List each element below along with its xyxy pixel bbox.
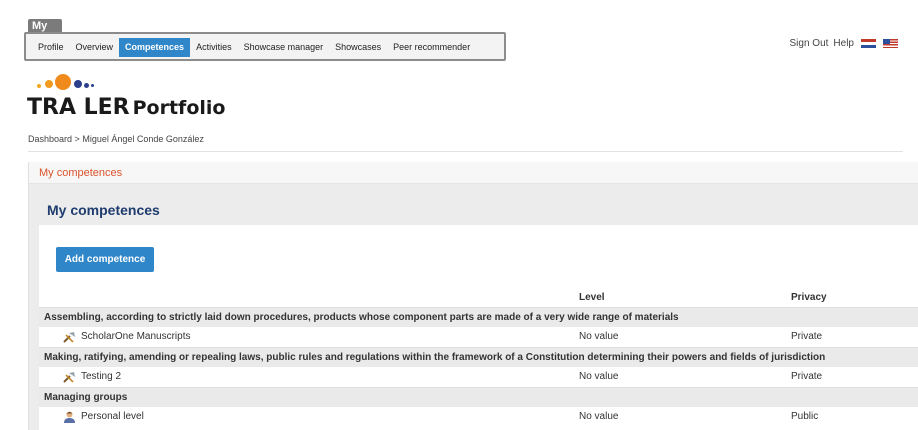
breadcrumb-current: Miguel Ángel Conde González [82, 134, 204, 144]
competence-row[interactable]: Testing 2 No value Private [39, 367, 918, 387]
competence-level: No value [579, 371, 619, 382]
competence-row[interactable]: ScholarOne Manuscripts No value Private [39, 327, 918, 347]
competence-name[interactable]: ScholarOne Manuscripts [81, 327, 191, 347]
person-icon [64, 411, 75, 423]
panel-header-title: My competences [39, 167, 123, 179]
top-bar: My Profile Overview Competences Activiti… [0, 0, 918, 62]
competence-privacy: Public [791, 411, 819, 422]
trailer-logo: TRA LER Portfolio [27, 74, 225, 120]
competences-panel: My competences My competences Add compet… [28, 162, 918, 430]
competence-group-row: Making, ratifying, amending or repealing… [39, 347, 918, 367]
breadcrumb-dashboard[interactable]: Dashboard [28, 134, 72, 144]
page-title: My competences [47, 202, 160, 218]
column-header-privacy: Privacy [791, 292, 827, 303]
tools-icon [63, 332, 75, 343]
main-nav: Profile Overview Competences Activities … [24, 32, 506, 61]
competence-group-row: Managing groups [39, 387, 918, 407]
competence-level: No value [579, 331, 619, 342]
competence-level: No value [579, 411, 619, 422]
competence-privacy: Private [791, 331, 823, 342]
logo-wordmark: TRA LER Portfolio [27, 95, 225, 120]
competences-table: Assembling, according to strictly laid d… [39, 307, 918, 427]
competence-name[interactable]: Personal level [81, 407, 144, 427]
logo-product: Portfolio [132, 97, 226, 119]
divider [28, 151, 903, 152]
nav-peer-recommender[interactable]: Peer recommender [387, 38, 476, 57]
nav-activities[interactable]: Activities [190, 38, 238, 57]
column-header-level: Level [579, 292, 605, 303]
add-competence-button[interactable]: Add competence [56, 247, 154, 272]
nav-showcases[interactable]: Showcases [329, 38, 387, 57]
nav-competences[interactable]: Competences [119, 38, 191, 57]
dutch-flag-icon[interactable] [861, 39, 876, 48]
english-flag-icon[interactable] [883, 39, 898, 48]
breadcrumb: Dashboard > Miguel Ángel Conde González [28, 134, 204, 144]
competence-privacy: Private [791, 371, 823, 382]
logo-dots-icon [27, 74, 107, 94]
competence-row[interactable]: Personal level No value Public [39, 407, 918, 427]
breadcrumb-separator: > [74, 134, 80, 144]
competences-card: Add competence Level Privacy Assembling,… [39, 225, 918, 430]
nav-showcase-manager[interactable]: Showcase manager [238, 38, 330, 57]
nav-overview[interactable]: Overview [70, 38, 120, 57]
sign-out-link[interactable]: Sign Out [790, 38, 829, 49]
help-link[interactable]: Help [833, 38, 854, 49]
account-links: Sign Out Help [785, 38, 898, 49]
tools-icon [63, 372, 75, 383]
panel-header: My competences [29, 162, 918, 184]
competence-name[interactable]: Testing 2 [81, 367, 121, 387]
logo-brand: TRA LER [27, 95, 130, 120]
competence-group-row: Assembling, according to strictly laid d… [39, 307, 918, 327]
nav-profile[interactable]: Profile [32, 38, 70, 57]
